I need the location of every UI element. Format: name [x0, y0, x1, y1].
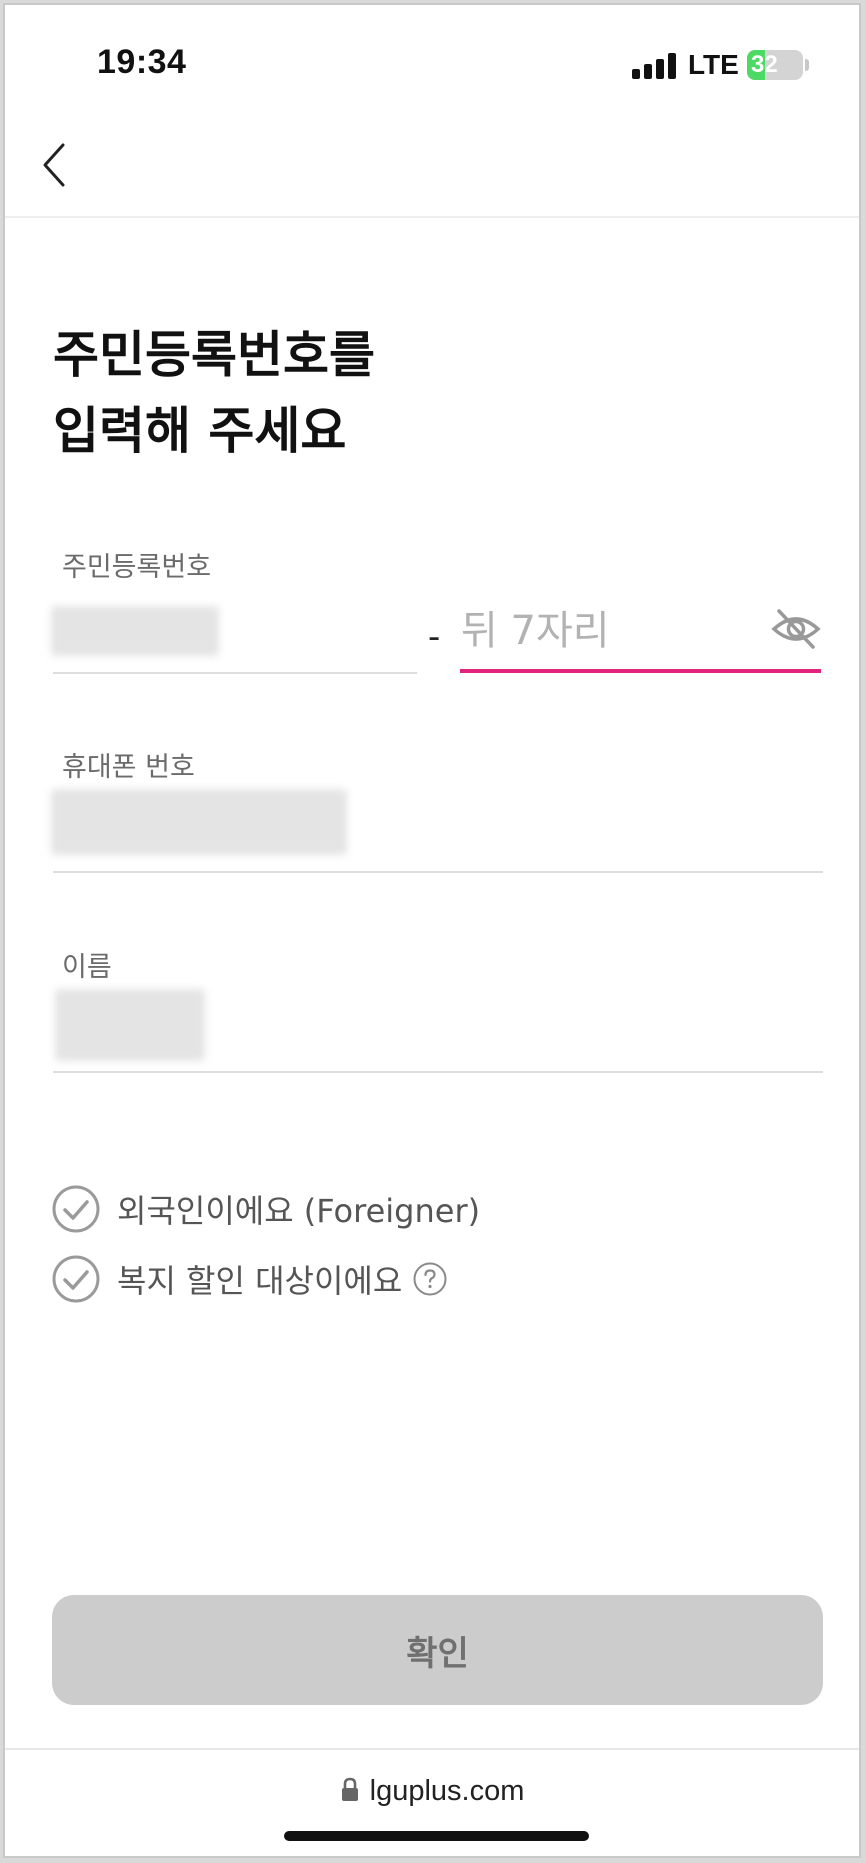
phone-input[interactable]: [51, 789, 347, 855]
header-divider: [5, 216, 859, 218]
battery-tip: [805, 59, 809, 71]
status-time: 19:34: [97, 43, 187, 81]
url-text: lguplus.com: [369, 1775, 525, 1807]
rrn-front-underline: [53, 672, 417, 674]
welfare-label: 복지 할인 대상이에요: [117, 1262, 403, 1300]
foreigner-label: 외국인이에요 (Foreigner): [117, 1192, 481, 1230]
back-button[interactable]: [35, 135, 79, 195]
page-title: 주민등록번호를 입력해 주세요: [53, 317, 753, 469]
eye-off-icon[interactable]: [769, 605, 823, 653]
battery-percent: 32: [751, 51, 778, 78]
url-bar[interactable]: lguplus.com: [5, 1775, 859, 1808]
foreigner-checkbox[interactable]: 외국인이에요 (Foreigner): [51, 1181, 480, 1237]
battery-icon: 32: [747, 50, 803, 80]
name-underline: [53, 1071, 823, 1073]
rrn-front-input[interactable]: [51, 606, 219, 656]
phone-underline: [53, 871, 823, 873]
name-label: 이름: [62, 952, 112, 983]
page-title-line1: 주민등록번호를: [53, 326, 375, 384]
home-indicator[interactable]: [284, 1831, 589, 1841]
rrn-label: 주민등록번호: [62, 552, 212, 583]
lock-icon: [341, 1777, 358, 1801]
bottom-divider: [5, 1748, 859, 1750]
rrn-back-input[interactable]: [461, 601, 761, 661]
signal-icon: [632, 53, 676, 79]
confirm-button[interactable]: 확인: [52, 1595, 823, 1705]
page-title-line2: 입력해 주세요: [53, 402, 347, 460]
phone-screen: 19:34 LTE 32 주민등록번호를 입력해 주세요 주민등록번호 - 휴대…: [3, 3, 861, 1858]
check-circle-icon: [52, 1185, 100, 1233]
question-circle-icon[interactable]: [412, 1261, 448, 1297]
rrn-separator: -: [428, 617, 441, 657]
check-circle-icon: [52, 1255, 100, 1303]
network-type: LTE: [688, 49, 739, 80]
welfare-checkbox[interactable]: 복지 할인 대상이에요: [51, 1251, 448, 1307]
chevron-left-icon: [43, 143, 65, 187]
phone-label: 휴대폰 번호: [62, 752, 195, 783]
name-input[interactable]: [55, 989, 205, 1061]
rrn-back-underline: [460, 669, 821, 673]
